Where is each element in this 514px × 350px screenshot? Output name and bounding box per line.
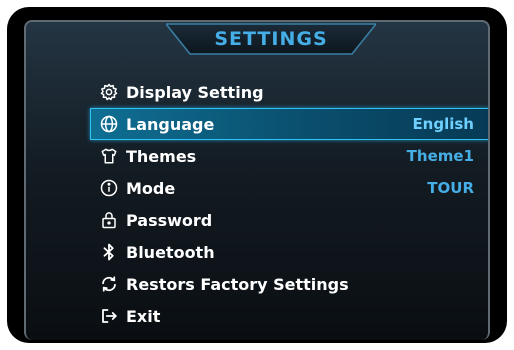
menu-item-exit[interactable]: Exit	[90, 300, 488, 332]
globe-icon	[98, 113, 120, 135]
shirt-icon	[98, 145, 120, 167]
menu-item-value: English	[412, 115, 474, 133]
menu-item-value: TOUR	[427, 179, 474, 197]
menu-item-display-setting[interactable]: Display Setting	[90, 76, 488, 108]
menu-item-label: Restors Factory Settings	[126, 274, 349, 294]
menu-item-themes[interactable]: Themes Theme1	[90, 140, 488, 172]
menu-item-password[interactable]: Password	[90, 204, 488, 236]
settings-menu: Display Setting Language English Themes	[90, 76, 488, 332]
page-title: SETTINGS	[214, 28, 328, 50]
menu-item-restore-factory-settings[interactable]: Restors Factory Settings	[90, 268, 488, 300]
exit-icon	[98, 305, 120, 327]
lock-icon	[98, 209, 120, 231]
settings-screen: SETTINGS Display Setting Language Englis…	[24, 20, 490, 340]
gear-icon	[98, 81, 120, 103]
bluetooth-icon	[98, 241, 120, 263]
menu-item-bluetooth[interactable]: Bluetooth	[90, 236, 488, 268]
menu-item-label: Display Setting	[126, 82, 264, 102]
menu-item-label: Password	[126, 210, 213, 230]
refresh-icon	[98, 273, 120, 295]
menu-item-value: Theme1	[406, 147, 474, 165]
menu-item-language[interactable]: Language English	[90, 108, 488, 140]
menu-item-label: Themes	[126, 146, 197, 166]
menu-item-label: Bluetooth	[126, 242, 215, 262]
info-icon	[98, 177, 120, 199]
menu-item-label: Language	[126, 114, 215, 134]
menu-item-label: Mode	[126, 178, 176, 198]
menu-item-label: Exit	[126, 306, 161, 326]
menu-item-mode[interactable]: Mode TOUR	[90, 172, 488, 204]
settings-title-tab: SETTINGS	[166, 22, 376, 56]
